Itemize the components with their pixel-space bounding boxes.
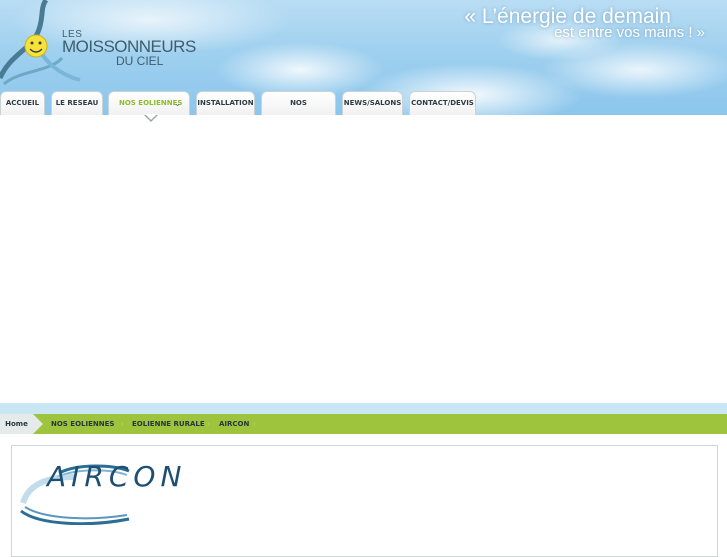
tab-accueil[interactable]: ACCUEIL bbox=[0, 91, 45, 115]
product-content: AIRCON bbox=[11, 445, 718, 557]
logo-suffix: DU CIEL bbox=[116, 54, 164, 68]
tab-nos-eoliennes[interactable]: NOS EOLIENNES ⌄ bbox=[108, 91, 190, 115]
active-tab-pointer-icon bbox=[144, 114, 158, 122]
breadcrumb-aircon: AIRCON bbox=[219, 420, 250, 428]
tab-news-salons[interactable]: NEWS/SALONS bbox=[342, 91, 403, 115]
tab-label: NOS REALISATIONS bbox=[290, 99, 307, 107]
slogan-line-2: est entre vos mains ! » bbox=[554, 24, 705, 41]
breadcrumb-arrow-icon bbox=[33, 414, 43, 434]
tab-installation[interactable]: INSTALLATION bbox=[196, 91, 255, 115]
aircon-logo-text: AIRCON bbox=[47, 460, 187, 493]
breadcrumb-separator-icon: › bbox=[253, 419, 256, 428]
breadcrumb-eolienne-rurale[interactable]: EOLIENNE RURALE bbox=[132, 414, 205, 434]
breadcrumb-home[interactable]: Home bbox=[0, 414, 33, 434]
breadcrumb: Home NOS EOLIENNES › EOLIENNE RURALE › A… bbox=[0, 414, 727, 434]
tab-label: CONTACT/DEVIS bbox=[411, 99, 474, 107]
tab-contact-devis[interactable]: CONTACT/DEVIS bbox=[409, 91, 476, 115]
chevron-down-icon[interactable]: ⌄ bbox=[174, 93, 181, 115]
tab-label: LE RESEAU bbox=[55, 99, 99, 107]
breadcrumb-nos-eoliennes[interactable]: NOS EOLIENNES bbox=[51, 414, 114, 434]
tab-label: ACCUEIL bbox=[5, 99, 40, 107]
tab-le-reseau[interactable]: LE RESEAU bbox=[51, 91, 103, 115]
tab-label: INSTALLATION bbox=[197, 99, 254, 107]
breadcrumb-separator-icon: › bbox=[121, 419, 124, 428]
site-header: LES MOISSONNEURS DU CIEL « L’énergie de … bbox=[0, 0, 727, 115]
tab-label: NOS EOLIENNES bbox=[119, 99, 183, 107]
tab-nos-realisations[interactable]: NOS REALISATIONS bbox=[261, 91, 336, 115]
divider-strip bbox=[0, 403, 727, 414]
breadcrumb-separator-icon: › bbox=[207, 419, 210, 428]
tab-label: NEWS/SALONS bbox=[343, 99, 402, 107]
